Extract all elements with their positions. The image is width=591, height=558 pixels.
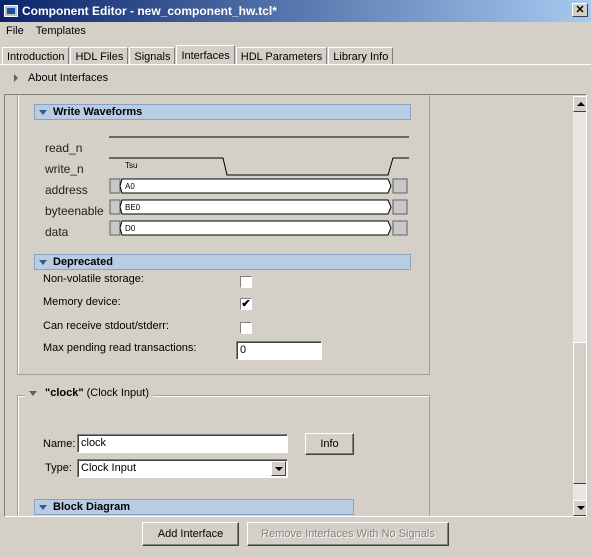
name-field[interactable]: clock <box>77 434 288 453</box>
close-button[interactable]: ✕ <box>572 3 588 17</box>
clock-interface-name: "clock" <box>45 387 84 399</box>
name-label: Name: <box>43 438 76 450</box>
write-n-wave <box>109 157 409 176</box>
write-n-label: Tsu <box>125 161 138 170</box>
deprecated-title: Deprecated <box>53 256 113 268</box>
tab-signals[interactable]: Signals <box>129 47 176 65</box>
deprecated-header[interactable]: Deprecated <box>34 254 411 270</box>
interfaces-scroll-pane[interactable]: Write Waveforms read_n write_n address b… <box>4 94 587 517</box>
scroll-thumb[interactable] <box>573 342 586 484</box>
info-button[interactable]: Info <box>305 433 354 455</box>
type-label: Type: <box>45 462 72 474</box>
window-title: Component Editor - new_component_hw.tcl* <box>22 4 277 18</box>
max-pending-label: Max pending read transactions: <box>43 342 197 354</box>
tab-library-info[interactable]: Library Info <box>328 47 394 65</box>
menu-file[interactable]: File <box>0 25 30 37</box>
max-pending-field[interactable]: 0 <box>236 341 322 360</box>
menu-templates[interactable]: Templates <box>30 25 92 37</box>
stdout-label: Can receive stdout/stderr: <box>43 320 169 332</box>
memory-device-label: Memory device: <box>43 296 121 308</box>
triangle-down-icon <box>39 504 47 510</box>
arrow-down-icon <box>577 506 585 510</box>
triangle-down-icon <box>29 390 37 396</box>
clock-interface-header[interactable]: "clock" (Clock Input) <box>25 387 153 399</box>
tab-interfaces[interactable]: Interfaces <box>176 45 235 65</box>
about-interfaces-toggle[interactable]: About Interfaces <box>14 72 108 84</box>
stdout-checkbox[interactable] <box>240 322 252 334</box>
data-value: D0 <box>125 224 136 233</box>
tab-divider <box>0 64 591 65</box>
about-interfaces-label: About Interfaces <box>28 72 109 84</box>
scroll-down-button[interactable] <box>573 500 586 516</box>
block-diagram-title: Block Diagram <box>53 501 131 513</box>
tab-strip: Introduction HDL Files Signals Interface… <box>2 45 394 65</box>
app-icon <box>4 5 18 17</box>
non-volatile-checkbox[interactable] <box>240 276 252 288</box>
title-bar: Component Editor - new_component_hw.tcl*… <box>0 0 591 22</box>
triangle-right-icon <box>14 74 18 82</box>
address-bus <box>109 178 408 194</box>
data-bus <box>109 220 408 236</box>
tab-hdl-parameters[interactable]: HDL Parameters <box>235 47 328 65</box>
menu-bar: File Templates <box>0 22 591 40</box>
type-select[interactable]: Clock Input <box>77 459 288 478</box>
clock-interface-type: (Clock Input) <box>86 387 149 399</box>
type-select-value: Clock Input <box>81 462 137 474</box>
scroll-up-button[interactable] <box>573 96 586 112</box>
tab-hdl-files[interactable]: HDL Files <box>70 47 129 65</box>
non-volatile-label: Non-volatile storage: <box>43 273 144 285</box>
add-interface-button[interactable]: Add Interface <box>142 522 239 546</box>
tab-introduction[interactable]: Introduction <box>2 47 70 65</box>
arrow-up-icon <box>577 102 585 106</box>
byteenable-value: BE0 <box>125 203 141 212</box>
byteenable-bus <box>109 199 408 215</box>
block-diagram-header[interactable]: Block Diagram <box>34 499 354 515</box>
dropdown-arrow-icon[interactable] <box>271 461 286 476</box>
remove-interfaces-button[interactable]: Remove Interfaces With No Signals <box>247 522 449 546</box>
memory-device-checkbox[interactable]: ✔ <box>240 298 252 310</box>
address-value: A0 <box>125 182 135 191</box>
waveform-diagram <box>109 136 409 236</box>
vertical-scrollbar[interactable] <box>573 96 586 516</box>
triangle-down-icon <box>39 259 47 265</box>
